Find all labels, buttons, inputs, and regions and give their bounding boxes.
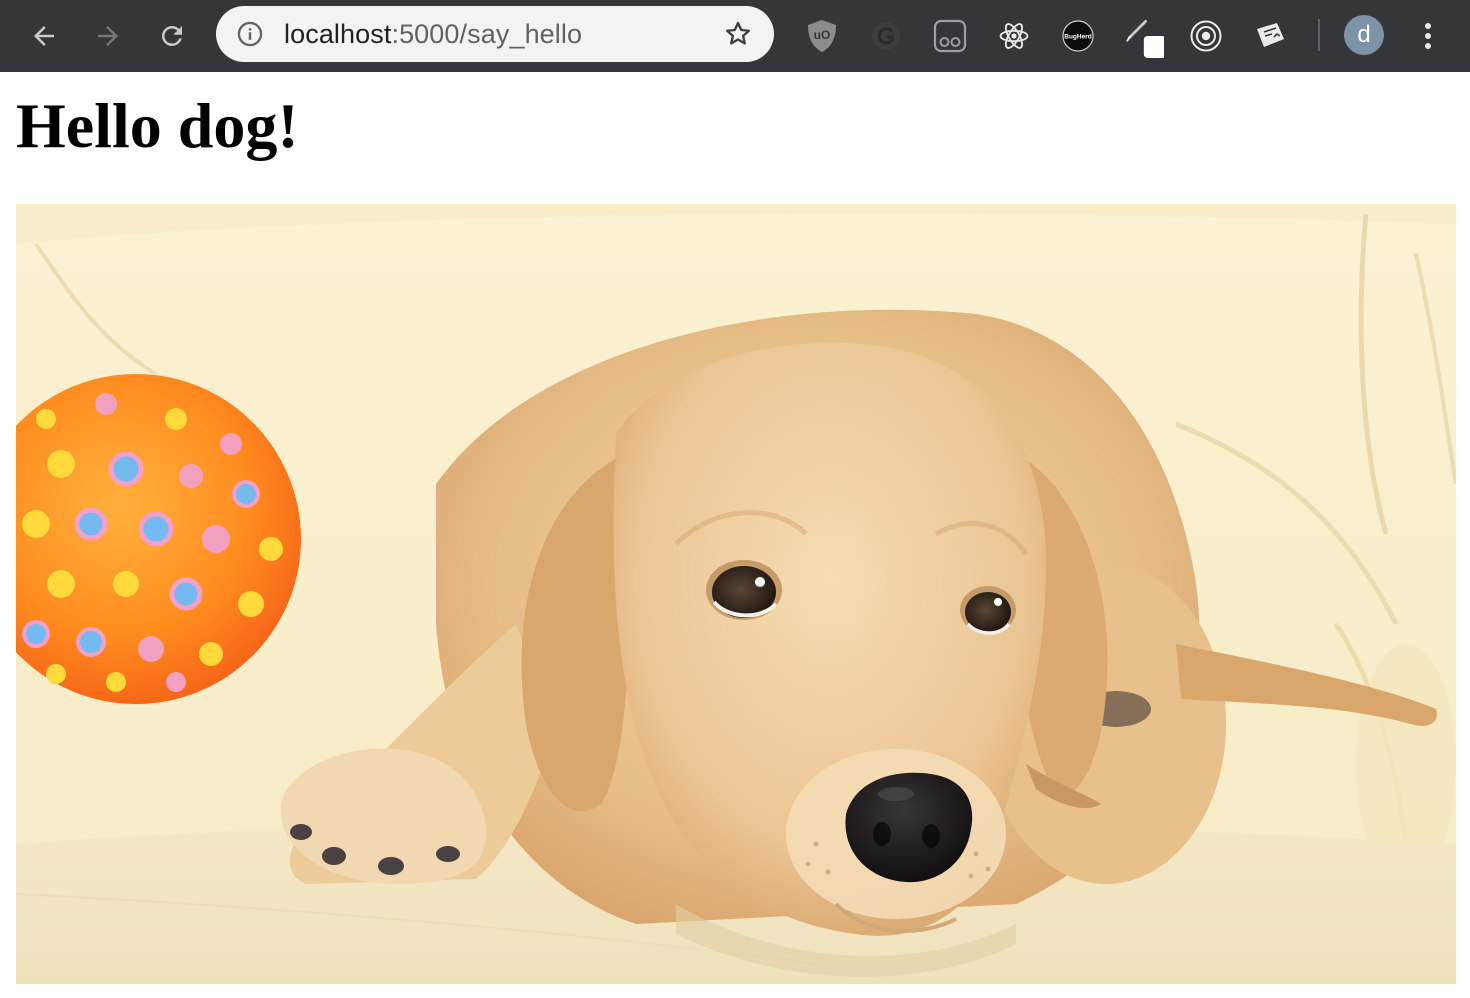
url-host: localhost — [284, 19, 392, 49]
ublock-badge-text: uO — [814, 28, 831, 42]
site-info-button[interactable] — [236, 20, 264, 48]
forward-button[interactable] — [86, 14, 130, 58]
extension-grammarly[interactable] — [864, 14, 908, 58]
reload-icon — [161, 25, 182, 46]
forward-arrow-icon — [98, 26, 118, 46]
extension-ublock[interactable]: uO — [800, 14, 844, 58]
page-content: Hello dog! — [0, 72, 1470, 998]
star-icon — [725, 21, 751, 45]
browser-toolbar: localhost:5000/say_hello uO BugHerd d — [0, 0, 1470, 72]
url-text[interactable]: localhost:5000/say_hello — [284, 19, 582, 49]
extension-react[interactable] — [992, 14, 1036, 58]
browser-menu-button[interactable] — [1406, 14, 1450, 58]
extension-bugherd[interactable]: BugHerd — [1056, 14, 1100, 58]
pair-browsing-icon — [933, 19, 967, 53]
extension-pair[interactable] — [928, 14, 972, 58]
target-icon — [1190, 20, 1222, 52]
page-title: Hello dog! — [16, 90, 299, 161]
vertical-dots-icon — [1425, 23, 1431, 49]
grammarly-icon — [872, 22, 900, 50]
puppy-illustration — [16, 204, 1456, 984]
extension-pen[interactable] — [1120, 14, 1164, 58]
bugherd-badge-text: BugHerd — [1064, 34, 1091, 41]
bookmark-button[interactable] — [722, 18, 754, 50]
react-devtools-icon — [999, 23, 1029, 49]
puppy-image — [16, 204, 1456, 984]
back-arrow-icon — [34, 26, 54, 46]
extension-snippet[interactable] — [1248, 14, 1292, 58]
back-button[interactable] — [22, 14, 66, 58]
pen-tool-icon — [1126, 19, 1164, 58]
toolbar-divider — [1318, 19, 1320, 51]
url-path: :5000/say_hello — [391, 19, 583, 49]
info-icon — [237, 21, 263, 47]
snippet-icon — [1257, 23, 1284, 47]
address-bar[interactable]: localhost:5000/say_hello — [216, 6, 774, 62]
profile-avatar[interactable]: d — [1344, 15, 1384, 55]
ublock-origin-icon: uO — [808, 20, 836, 52]
bugherd-icon: BugHerd — [1062, 20, 1094, 52]
reload-button[interactable] — [150, 14, 194, 58]
extension-target[interactable] — [1184, 14, 1228, 58]
